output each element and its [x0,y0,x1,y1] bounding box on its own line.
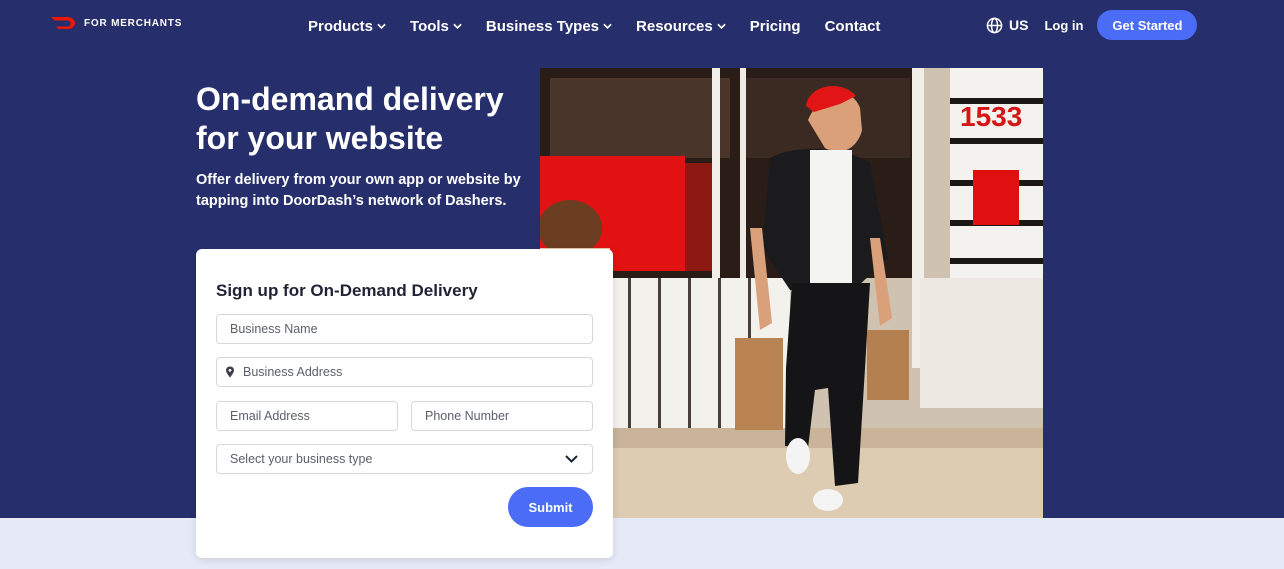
doordash-logo[interactable]: FOR MERCHANTS [50,16,182,30]
business-name-placeholder: Business Name [230,322,318,336]
business-address-input[interactable]: Business Address [216,357,593,387]
nav-item-label: Pricing [749,17,801,35]
globe-icon [986,17,1003,33]
nav-item-tools[interactable]: Tools [410,16,462,36]
doordash-logo-icon [51,17,75,29]
nav-item-pricing[interactable]: Pricing [750,16,801,36]
email-placeholder: Email Address [230,409,310,423]
chevron-down-icon [453,23,462,29]
region-selector[interactable]: US [986,17,1028,34]
phone-field[interactable]: Phone Number [411,401,593,431]
submit-button[interactable]: Submit [508,487,593,527]
main-nav: Products Tools Business Types Resources Pric… [308,16,904,36]
phone-placeholder: Phone Number [425,409,510,423]
nav-item-label: Tools [410,17,449,35]
chevron-down-icon [717,23,726,29]
get-started-button[interactable]: Get Started [1097,10,1198,40]
nav-item-resources[interactable]: Resources [636,16,726,36]
signup-form-card: Sign up for On-Demand Delivery Business … [196,249,613,558]
business-name-input[interactable]: Business Name [216,314,593,344]
chevron-down-icon [603,23,612,29]
nav-item-products[interactable]: Products [308,16,386,36]
nav-item-label: Products [308,17,374,35]
courier-storefront-image: 1533 [540,68,1043,518]
logo-text: FOR MERCHANTS [84,17,183,29]
nav-item-contact[interactable]: Contact [825,16,881,36]
page-band [0,518,1284,569]
page-subtitle: Offer delivery from your own app or webs… [196,172,521,209]
nav-item-business-types[interactable]: Business Types [486,16,612,36]
hero-photo: 1533 [540,68,1043,518]
nav-item-label: Business Types [485,17,600,35]
business-type-select[interactable]: Select your business type [216,444,593,474]
header-actions: US Log in Get Started [986,10,1198,40]
login-link[interactable]: Log in [1044,18,1083,33]
chevron-down-icon [565,455,578,463]
location-pin-icon [226,366,234,378]
form-title: Sign up for On-Demand Delivery [216,281,478,300]
chevron-down-icon [377,23,386,29]
nav-item-label: Contact [824,17,881,35]
business-address-placeholder: Business Address [243,365,343,379]
email-field[interactable]: Email Address [216,401,398,431]
business-type-placeholder: Select your business type [230,452,373,466]
region-label: US [1009,17,1029,33]
nav-item-label: Resources [636,17,713,35]
address-number: 1533 [960,101,1022,132]
page-title: On-demand delivery for your website [196,81,504,156]
